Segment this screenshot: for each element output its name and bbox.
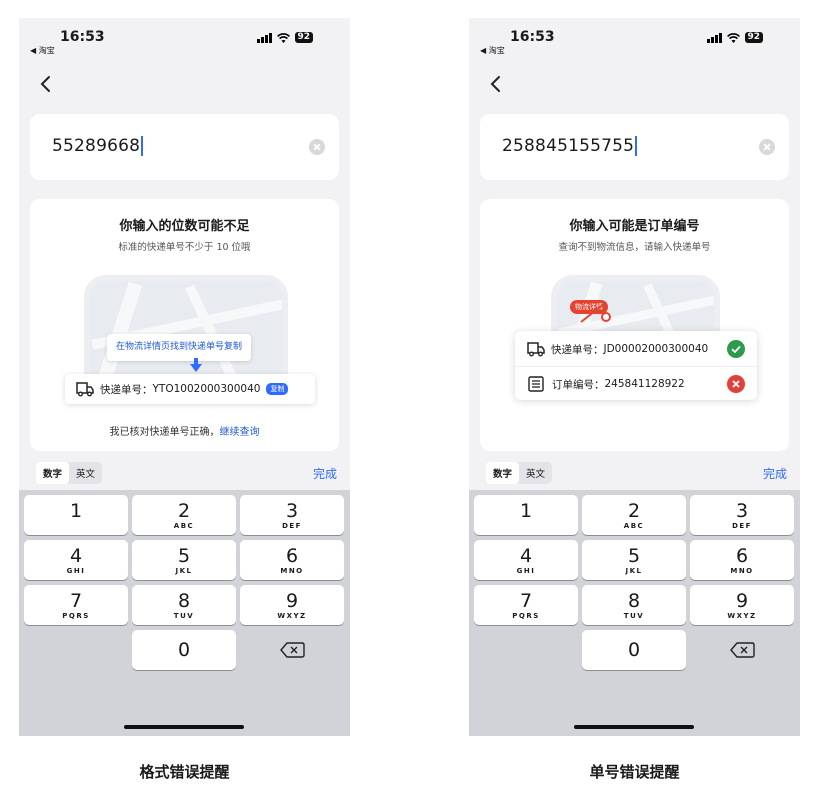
numeric-keypad: 1 2 ABC 3 DEF 4 GHI 5 JKL 6 MNO 7 PQRS 8 TUV 9W… xyxy=(469,490,800,736)
tab-english[interactable]: 英文 xyxy=(69,462,102,484)
key-3[interactable]: 3 DEF xyxy=(240,495,344,535)
illustration-phone xyxy=(84,275,288,377)
tracking-input-card[interactable]: 55289668 xyxy=(30,114,339,180)
tab-numeric[interactable]: 数字 xyxy=(486,462,520,484)
key-9[interactable]: 9 WXYZ xyxy=(240,585,344,625)
key-8[interactable]: 8 TUV xyxy=(132,585,236,625)
numeric-keypad: 1 2 ABC 3 DEF 4 GHI 5 JKL 6 MNO 7 PQRS 8 TUV 9W… xyxy=(19,490,350,736)
back-to-app[interactable]: ◀ 淘宝 xyxy=(480,45,505,56)
confirm-line: 我已核对快递单号正确，继续查询 xyxy=(30,423,339,438)
row1-value: JD00002000300040 xyxy=(603,343,709,355)
tip-card: 你输入可能是订单编号 查询不到物流信息，请输入快递单号 物流详情 快递单号： J… xyxy=(480,199,789,451)
signal-icon xyxy=(257,32,272,43)
key-5[interactable]: 5 JKL xyxy=(582,540,686,580)
key-5[interactable]: 5 JKL xyxy=(132,540,236,580)
key-1[interactable]: 1 xyxy=(474,495,578,535)
chevron-left-icon[interactable] xyxy=(486,72,506,96)
done-button[interactable]: 完成 xyxy=(763,465,787,482)
tip-subtitle: 标准的快递单号不少于 10 位哦 xyxy=(118,242,251,253)
row2-label: 订单编号： xyxy=(552,378,605,391)
text-caret xyxy=(141,136,144,156)
key-4[interactable]: 4 GHI xyxy=(24,540,128,580)
battery-indicator: 92 xyxy=(744,32,764,43)
tracking-input[interactable]: 55289668 xyxy=(52,136,144,156)
truck-icon xyxy=(527,342,545,357)
result-row-tracking: 快递单号： JD00002000300040 xyxy=(515,332,757,366)
signal-icon xyxy=(707,32,722,43)
keyboard-tabs: 数字 英文 xyxy=(36,462,103,484)
delete-key-icon[interactable] xyxy=(240,630,344,670)
map-pin-icon xyxy=(601,312,611,322)
clear-icon[interactable] xyxy=(759,139,775,155)
status-time: 16:53 xyxy=(510,29,555,45)
key-8[interactable]: 8 TUV xyxy=(582,585,686,625)
wifi-icon xyxy=(726,32,740,43)
keyboard-tabs: 数字 英文 xyxy=(486,462,553,484)
key-7[interactable]: 7 PQRS xyxy=(24,585,128,625)
key-1[interactable]: 1 xyxy=(24,495,128,535)
copy-badge: 复制 xyxy=(266,383,289,395)
key-3[interactable]: 3 DEF xyxy=(690,495,794,535)
tracking-input-card[interactable]: 258845155755 xyxy=(480,114,789,180)
list-icon xyxy=(528,376,544,392)
status-indicators: 92 xyxy=(707,32,764,43)
key-6[interactable]: 6 MNO xyxy=(240,540,344,580)
tip-title: 你输入可能是订单编号 xyxy=(569,219,700,234)
tip-subtitle: 查询不到物流信息，请输入快递单号 xyxy=(558,242,711,253)
key-6[interactable]: 6 MNO xyxy=(690,540,794,580)
wifi-icon xyxy=(276,32,290,43)
callout-hint: 在物流详情页找到快递单号复制 xyxy=(107,334,252,361)
result-panel: 快递单号： JD00002000300040 订单编号： 24584112892… xyxy=(515,331,757,400)
clear-icon[interactable] xyxy=(309,139,325,155)
text-caret xyxy=(635,136,638,156)
status-indicators: 92 xyxy=(257,32,314,43)
key-2[interactable]: 2 ABC xyxy=(582,495,686,535)
continue-query-link[interactable]: 继续查询 xyxy=(220,427,260,438)
back-to-app[interactable]: ◀ 淘宝 xyxy=(30,45,55,56)
home-indicator xyxy=(574,725,694,729)
chevron-left-icon[interactable] xyxy=(36,72,56,96)
truck-icon xyxy=(76,382,94,397)
tracking-input[interactable]: 258845155755 xyxy=(502,136,638,156)
done-button[interactable]: 完成 xyxy=(313,465,337,482)
key-0[interactable]: 0 xyxy=(582,630,686,670)
caption-left: 格式错误提醒 xyxy=(139,763,230,781)
row2-value: 245841128922 xyxy=(604,378,685,390)
tracking-example-row: 快递单号： YTO1002000300040 复制 xyxy=(65,374,315,404)
home-indicator xyxy=(124,725,244,729)
tracking-number: YTO1002000300040 xyxy=(152,383,261,395)
tab-english[interactable]: 英文 xyxy=(519,462,552,484)
key-0[interactable]: 0 xyxy=(132,630,236,670)
keyboard-toolbar: 数字 英文 完成 xyxy=(19,459,350,490)
row1-label: 快递单号： xyxy=(551,343,604,356)
key-7[interactable]: 7 PQRS xyxy=(474,585,578,625)
caption-right: 单号错误提醒 xyxy=(589,763,680,781)
tip-card: 你输入的位数可能不足 标准的快递单号不少于 10 位哦 在物流详情页找到快递单号… xyxy=(30,199,339,451)
check-circle-icon xyxy=(727,340,745,358)
tip-title: 你输入的位数可能不足 xyxy=(119,219,250,234)
status-time: 16:53 xyxy=(60,29,105,45)
key-9[interactable]: 9 WXYZ xyxy=(690,585,794,625)
battery-indicator: 92 xyxy=(294,32,314,43)
delete-key-icon[interactable] xyxy=(690,630,794,670)
confirm-text: 我已核对快递单号正确， xyxy=(109,427,220,438)
screen-order-number-error: ◀ 淘宝 16:53 92 258845155755 你输入可能是订单编号 查询… xyxy=(469,18,800,736)
result-row-order: 订单编号： 245841128922 xyxy=(515,366,757,401)
keyboard-toolbar: 数字 英文 完成 xyxy=(469,459,800,490)
key-2[interactable]: 2 ABC xyxy=(132,495,236,535)
key-4[interactable]: 4 GHI xyxy=(474,540,578,580)
x-circle-icon xyxy=(727,375,745,393)
tab-numeric[interactable]: 数字 xyxy=(36,462,70,484)
tracking-label: 快递单号： xyxy=(100,383,153,396)
screen-format-error: ◀ 淘宝 16:53 92 55289668 你输入的位数可能不足 标准的快递单… xyxy=(19,18,350,736)
